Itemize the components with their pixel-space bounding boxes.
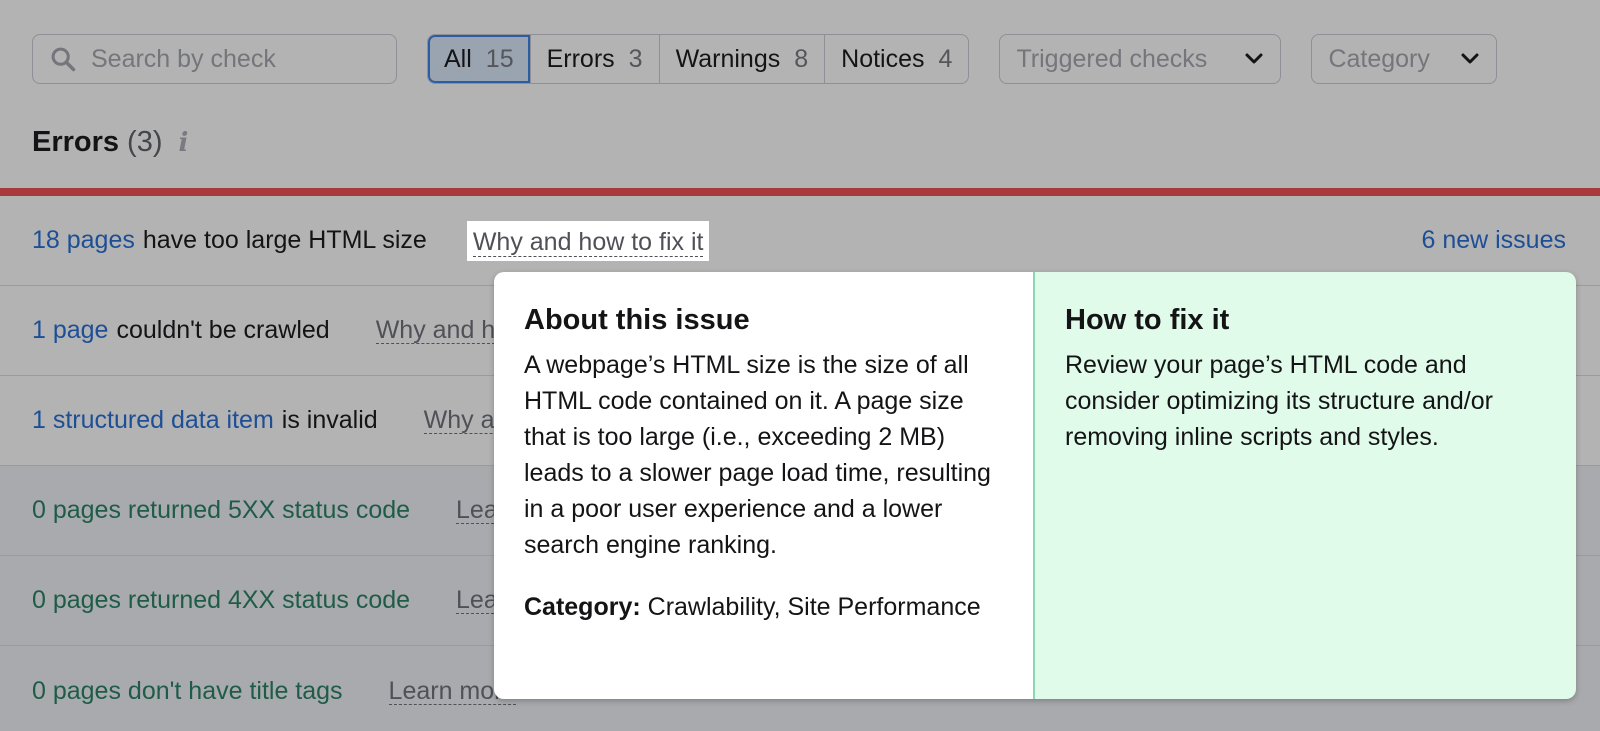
- new-issues-link[interactable]: 6 new issues: [1421, 226, 1566, 255]
- category-dropdown[interactable]: Category: [1311, 34, 1498, 84]
- info-icon[interactable]: i: [179, 128, 189, 158]
- issue-count-link[interactable]: 18 pages: [32, 226, 135, 255]
- fix-heading: How to fix it: [1065, 304, 1230, 336]
- search-input[interactable]: [91, 44, 381, 74]
- issue-info-popover: About this issue A webpage’s HTML size i…: [494, 272, 1576, 699]
- chevron-down-icon: [1461, 53, 1479, 64]
- issue-count-link[interactable]: 1 structured data item: [32, 406, 274, 435]
- search-icon: [51, 47, 76, 72]
- category-line: Category: Crawlability, Site Performance: [524, 589, 1003, 625]
- issue-text: is invalid: [281, 406, 378, 434]
- section-header: Errors (3) i: [32, 126, 188, 159]
- chevron-down-icon: [1245, 53, 1263, 64]
- category-label: Category:: [524, 593, 641, 621]
- filter-label: Warnings: [675, 44, 781, 73]
- filter-count: 4: [938, 44, 953, 73]
- filter-label: All: [444, 44, 472, 73]
- triggered-checks-dropdown[interactable]: Triggered checks: [999, 34, 1282, 84]
- issue-type-filter: All 15 Errors 3 Warnings 8 Notices 4: [427, 34, 970, 84]
- dropdown-label: Triggered checks: [1016, 44, 1208, 73]
- filter-count: 15: [485, 44, 514, 73]
- issue-text: 0 pages don't have title tags: [32, 676, 343, 705]
- filter-count: 3: [628, 44, 643, 73]
- issue-text: couldn't be crawled: [116, 316, 330, 344]
- about-heading: About this issue: [524, 304, 750, 336]
- category-value: Crawlability, Site Performance: [647, 593, 981, 621]
- search-field[interactable]: [32, 34, 397, 84]
- fix-body: Review your page’s HTML code and conside…: [1065, 351, 1493, 451]
- issue-text: 0 pages returned 4XX status code: [32, 586, 411, 614]
- filter-warnings-button[interactable]: Warnings 8: [658, 35, 825, 83]
- errors-divider: [0, 188, 1600, 196]
- issue-text: have too large HTML size: [142, 226, 427, 254]
- how-to-fix-panel: How to fix it Review your page’s HTML co…: [1035, 272, 1576, 699]
- why-and-how-link[interactable]: Why and how to fix it: [466, 220, 710, 261]
- about-issue-panel: About this issue A webpage’s HTML size i…: [494, 272, 1035, 699]
- dropdown-label: Category: [1328, 44, 1430, 73]
- section-count: (3): [127, 126, 163, 158]
- filter-notices-button[interactable]: Notices 4: [824, 35, 968, 83]
- section-title: Errors: [32, 126, 120, 158]
- issue-count-link[interactable]: 1 page: [32, 316, 108, 345]
- about-body: A webpage’s HTML size is the size of all…: [524, 351, 991, 559]
- filter-all-button[interactable]: All 15: [428, 35, 530, 83]
- filter-label: Notices: [841, 44, 925, 73]
- why-and-how-label: Why and how to fix it: [472, 227, 704, 257]
- filter-toolbar: All 15 Errors 3 Warnings 8 Notices 4 Tri…: [32, 34, 1600, 84]
- issue-text: 0 pages returned 5XX status code: [32, 496, 411, 524]
- filter-count: 8: [794, 44, 809, 73]
- filter-errors-button[interactable]: Errors 3: [529, 35, 659, 83]
- filter-label: Errors: [546, 44, 615, 73]
